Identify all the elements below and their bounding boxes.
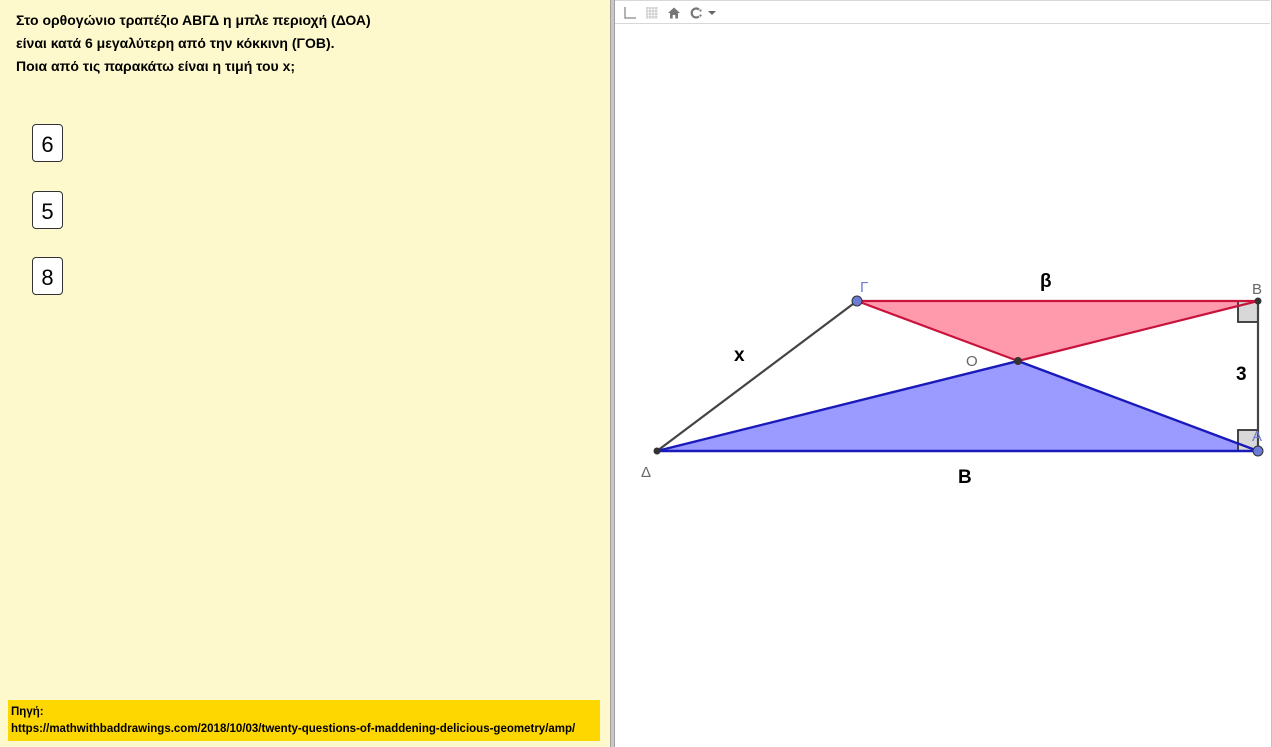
answer-button-5[interactable]: 5 — [32, 191, 63, 229]
label-x: x — [734, 345, 745, 366]
point-alpha[interactable] — [1252, 445, 1264, 457]
point-delta[interactable] — [653, 447, 661, 455]
label-delta: Δ — [641, 464, 651, 481]
label-top-base: β — [1040, 271, 1052, 292]
label-bottom-base: B — [958, 467, 972, 488]
label-o: Ο — [966, 353, 978, 370]
label-alpha: Α — [1252, 428, 1262, 445]
question-panel: Στο ορθογώνιο τραπέζιο ΑΒΓΔ η μπλε περιο… — [0, 0, 610, 747]
source-label: Πηγή: — [11, 706, 44, 718]
answer-button-8[interactable]: 8 — [32, 257, 63, 295]
geometry-canvas[interactable]: Γ Β Ο Δ Α x β B 3 — [615, 0, 1272, 747]
source-box: Πηγή: https://mathwithbaddrawings.com/20… — [8, 700, 600, 741]
question-line-2: είναι κατά 6 μεγαλύτερη από την κόκκινη … — [16, 35, 335, 51]
label-gamma: Γ — [860, 279, 868, 296]
graphics-view[interactable]: Γ Β Ο Δ Α x β B 3 — [615, 0, 1272, 747]
answer-button-6[interactable]: 6 — [32, 124, 63, 162]
question-line-1: Στο ορθογώνιο τραπέζιο ΑΒΓΔ η μπλε περιο… — [16, 12, 371, 28]
point-beta[interactable] — [1254, 297, 1262, 305]
blue-triangle-DOA — [657, 361, 1258, 451]
point-o[interactable] — [1014, 357, 1022, 365]
label-beta-vertex: Β — [1252, 281, 1262, 298]
source-link[interactable]: https://mathwithbaddrawings.com/2018/10/… — [11, 721, 597, 738]
point-gamma[interactable] — [851, 295, 863, 307]
label-height: 3 — [1236, 364, 1247, 385]
question-line-3: Ποια από τις παρακάτω είναι η τιμή του x… — [16, 58, 296, 74]
question-text: Στο ορθογώνιο τραπέζιο ΑΒΓΔ η μπλε περιο… — [16, 9, 371, 78]
